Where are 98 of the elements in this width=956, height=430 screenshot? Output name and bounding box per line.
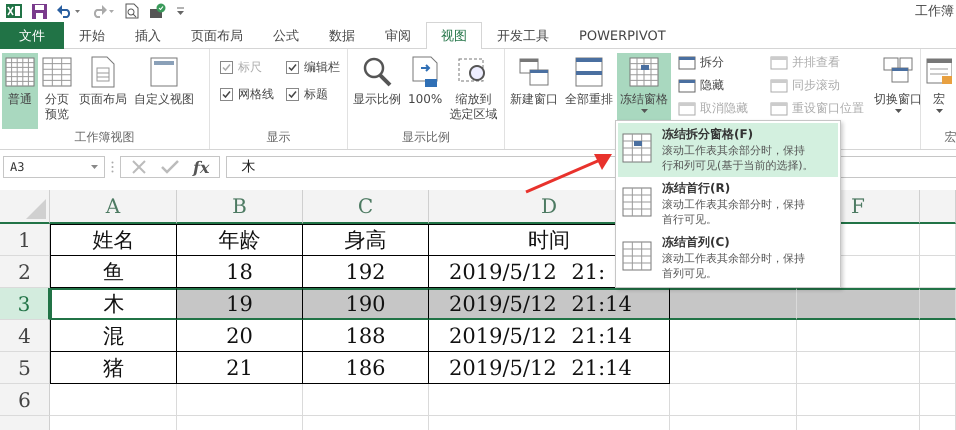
- insert-function-button[interactable]: fx: [193, 158, 210, 176]
- column-header[interactable]: C: [303, 190, 429, 224]
- ribbon-tab[interactable]: 文件: [0, 22, 64, 49]
- ribbon-button[interactable]: 宏: [923, 53, 955, 129]
- table-cell[interactable]: 猪: [50, 352, 177, 384]
- group-label: 工作簿视图: [74, 130, 134, 144]
- checkbox-option[interactable]: 标题: [286, 86, 340, 103]
- ribbon-button[interactable]: 缩放到 选定区域: [446, 53, 500, 129]
- column-header[interactable]: A: [50, 190, 177, 224]
- ribbon-tab[interactable]: 开发工具: [482, 22, 564, 49]
- table-cell[interactable]: 2019/5/12 21:14: [429, 288, 670, 320]
- window-icon: [770, 54, 788, 70]
- name-box[interactable]: A3: [3, 156, 105, 178]
- window-icon: [770, 78, 788, 94]
- caret-icon: [91, 165, 98, 169]
- save-icon[interactable]: [32, 4, 47, 18]
- print-preview-icon[interactable]: [125, 3, 139, 19]
- table-cell[interactable]: 身高: [303, 224, 429, 256]
- page-layout-icon: [90, 56, 116, 88]
- freeze-split-icon: [622, 132, 652, 164]
- table-cell[interactable]: 190: [303, 288, 429, 320]
- table-cell[interactable]: [670, 288, 797, 320]
- row-header[interactable]: 1: [0, 224, 50, 256]
- cancel-icon[interactable]: [131, 159, 147, 175]
- ribbon-tab[interactable]: 页面布局: [176, 22, 258, 49]
- window-icon: [678, 100, 696, 116]
- select-all-button[interactable]: [0, 190, 50, 224]
- freeze-row-icon: [622, 186, 652, 218]
- table-cell[interactable]: 20: [177, 320, 303, 352]
- checkbox[interactable]: [286, 88, 299, 101]
- check-icon[interactable]: [161, 160, 179, 174]
- zoom-100-icon: [411, 56, 440, 88]
- window-icon: [678, 78, 696, 94]
- row-header[interactable]: 4: [0, 320, 50, 352]
- row-header[interactable]: 5: [0, 352, 50, 384]
- group-label: 显示比例: [402, 130, 450, 144]
- normal-view-icon: [5, 56, 35, 88]
- touch-mode-icon[interactable]: [149, 3, 167, 19]
- checkbox-option[interactable]: 编辑栏: [286, 59, 340, 76]
- table-cell[interactable]: 19: [177, 288, 303, 320]
- table-cell[interactable]: 2019/5/12 21:14: [429, 352, 670, 384]
- window-title: 工作簿: [915, 3, 955, 20]
- ribbon-tab[interactable]: POWERPIVOT: [564, 22, 681, 49]
- table-cell[interactable]: [797, 288, 920, 320]
- ribbon-tab[interactable]: 审阅: [370, 22, 426, 49]
- table-cell[interactable]: 姓名: [50, 224, 177, 256]
- checkbox-option[interactable]: 网格线: [220, 86, 274, 103]
- ribbon-button[interactable]: 隐藏: [676, 76, 750, 95]
- redo-icon[interactable]: [91, 4, 115, 18]
- ribbon-tab[interactable]: 视图: [426, 22, 482, 49]
- ribbon-tab[interactable]: 公式: [258, 22, 314, 49]
- table-cell[interactable]: [920, 288, 956, 320]
- table-cell[interactable]: 188: [303, 320, 429, 352]
- row-header[interactable]: 3: [0, 288, 50, 320]
- grip-icon: [111, 161, 114, 173]
- freeze-panes-icon: [629, 56, 659, 88]
- freeze-column-icon: [622, 240, 652, 272]
- arrange-icon: [574, 56, 604, 88]
- new-window-icon: [518, 56, 550, 88]
- table-cell[interactable]: 2019/5/12 21:14: [429, 320, 670, 352]
- checkbox[interactable]: [220, 88, 233, 101]
- ribbon-button[interactable]: 100%: [405, 53, 446, 129]
- table-cell[interactable]: 木: [50, 288, 177, 320]
- table-cell[interactable]: 混: [50, 320, 177, 352]
- column-header[interactable]: [920, 190, 956, 224]
- ribbon-button[interactable]: 分页 预览: [39, 53, 75, 129]
- ribbon-button[interactable]: 普通: [2, 53, 38, 129]
- table-cell[interactable]: 186: [303, 352, 429, 384]
- window-icon: [678, 54, 696, 70]
- window-icon: [770, 100, 788, 116]
- excel-logo-icon: [6, 3, 22, 19]
- ribbon-tab[interactable]: 开始: [64, 22, 120, 49]
- row-header[interactable]: 6: [0, 384, 50, 416]
- table-cell[interactable]: 鱼: [50, 256, 177, 288]
- table-cell[interactable]: 年龄: [177, 224, 303, 256]
- table-cell[interactable]: 21: [177, 352, 303, 384]
- ribbon-button[interactable]: 切换窗口: [871, 53, 920, 129]
- ribbon-tab[interactable]: 数据: [314, 22, 370, 49]
- ribbon-button[interactable]: 自定义视图: [131, 53, 197, 129]
- ribbon-tab[interactable]: 插入: [120, 22, 176, 49]
- undo-icon[interactable]: [57, 4, 81, 18]
- custom-view-icon: [148, 56, 180, 88]
- customize-caret-icon[interactable]: [177, 7, 184, 15]
- zoom-icon: [361, 56, 393, 88]
- ribbon-button[interactable]: 新建窗口: [507, 53, 561, 129]
- ribbon-button[interactable]: 页面布局: [76, 53, 130, 129]
- checkbox[interactable]: [286, 61, 299, 74]
- ribbon-button[interactable]: 全部重排: [562, 53, 616, 129]
- menu-item[interactable]: 冻结拆分窗格(F) 滚动工作表其余部分时，保持 行和列可见(基于当前的选择)。: [618, 123, 838, 177]
- page-break-icon: [42, 56, 72, 88]
- ribbon-button[interactable]: 拆分: [676, 53, 750, 72]
- corner-triangle-icon: [26, 199, 46, 219]
- menu-item-description: 行和列可见(基于当前的选择)。: [662, 158, 814, 173]
- group-label: 宏: [944, 130, 956, 144]
- group-label: 显示: [266, 130, 290, 144]
- ribbon-button[interactable]: 显示比例: [350, 53, 404, 129]
- row-header[interactable]: 2: [0, 256, 50, 288]
- column-header[interactable]: B: [177, 190, 303, 224]
